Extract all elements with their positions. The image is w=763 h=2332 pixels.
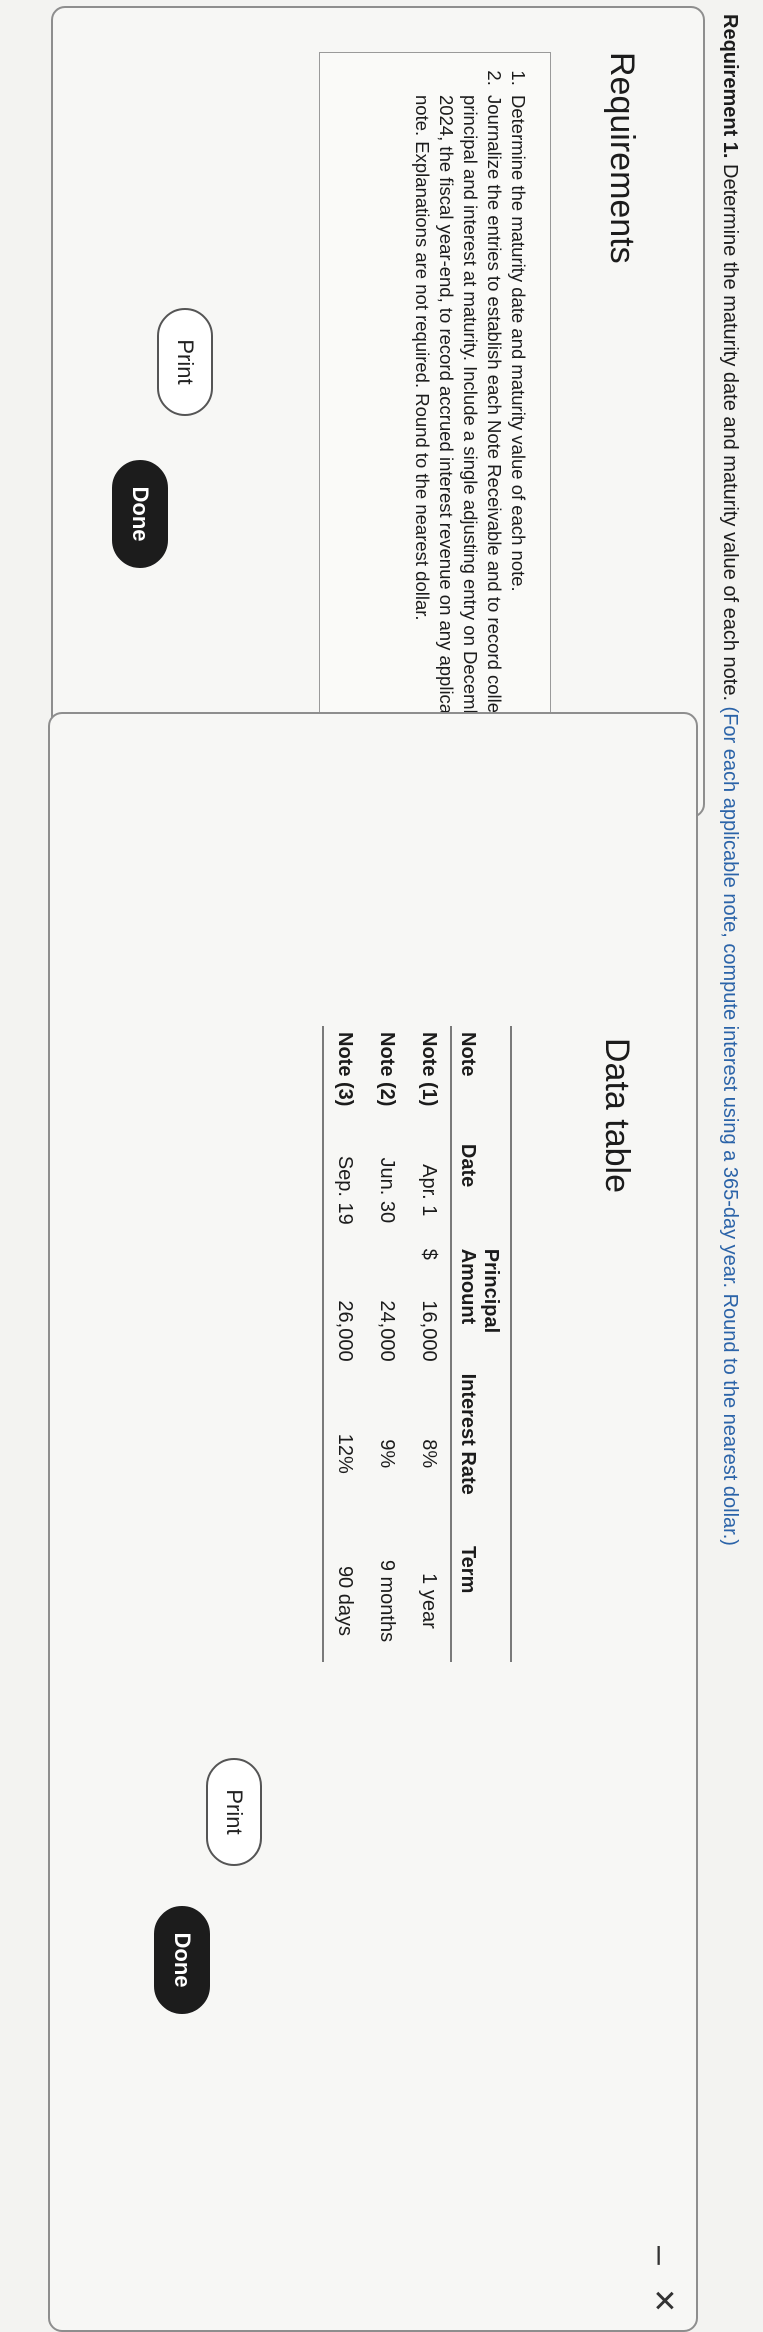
table-row: Note (2) Jun. 30 24,000 9% 9 months [366,1026,408,1662]
requirements-list-box: Determine the maturity date and maturity… [319,52,551,776]
requirement-prefix: Requirement 1. [719,14,741,159]
col-header-term: Term [451,1539,506,1662]
principal-cell: 16,000 [418,1300,441,1362]
col-header-rate: Interest Rate [451,1367,506,1540]
table-row: Note (3) Sep. 19 26,000 12% 90 days [323,1026,366,1662]
term-cell: 9 months [376,1559,399,1643]
col-header-date: Date [451,1137,506,1243]
rotated-screen: Requirement 1. Determine the maturity da… [0,0,763,2332]
date-cell: Sep. 19 [323,1137,366,1243]
close-button[interactable]: ✕ [647,2288,680,2313]
date-cell: Apr. 1 [418,1164,441,1217]
requirement-item: Determine the maturity date and maturity… [506,91,530,775]
term-cell: 90 days [323,1539,366,1662]
principal-cell: 26,000 [323,1272,366,1368]
note-cell: Note (3) [323,1026,366,1138]
col-header-principal: Principal Amount [451,1242,506,1368]
notes-data-table: Note Date Principal Amount Interest Rate… [322,1026,512,1662]
principal-header-bottom: Amount [457,1248,479,1325]
print-button[interactable]: Print [206,1758,262,1866]
table-row: Note (1) Apr. 1 $ 16,000 8% 1 year [408,1026,451,1662]
rate-cell: 9% [376,1439,399,1469]
currency-cell [323,1242,366,1273]
requirement-item: Journalize the entries to establish each… [410,91,506,775]
minimize-button[interactable]: – [642,2246,680,2265]
done-button[interactable]: Done [154,1906,210,2014]
note-cell: Note (1) [418,1032,441,1107]
requirements-list: Determine the maturity date and maturity… [410,53,530,775]
requirement-hint: (For each applicable note, compute inter… [719,701,741,1546]
currency-cell: $ [418,1248,441,1260]
requirement-text: Determine the maturity date and maturity… [719,158,741,701]
term-cell: 1 year [418,1573,441,1629]
requirements-title: Requirements [603,52,641,264]
date-cell: Jun. 30 [376,1157,399,1224]
done-button[interactable]: Done [112,460,168,568]
principal-header-top: Principal [480,1248,502,1334]
note-cell: Note (2) [376,1032,399,1107]
currency-cell [366,1243,408,1273]
rate-cell: 8% [418,1439,441,1469]
col-header-note: Note [451,1026,506,1138]
data-table-title: Data table [598,1038,636,1193]
requirement-instruction: Requirement 1. Determine the maturity da… [718,14,741,1546]
table-header-row: Note Date Principal Amount Interest Rate… [451,1026,506,1662]
rate-cell: 12% [323,1367,366,1540]
data-table-dialog: Data table – ✕ Note Date Principal Amoun… [48,712,698,2332]
principal-cell: 24,000 [376,1300,399,1362]
requirements-dialog: Requirements – ✕ Determine the maturity … [51,6,705,818]
print-button[interactable]: Print [157,308,213,416]
